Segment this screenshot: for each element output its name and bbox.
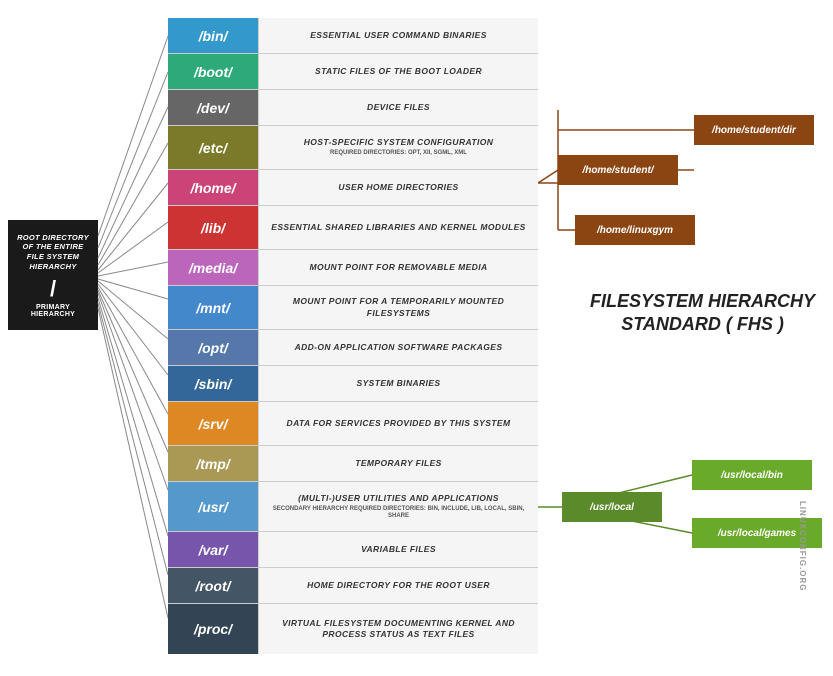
usr-local-box: /usr/local bbox=[562, 492, 662, 522]
table-row: /home/USER HOME DIRECTORIES bbox=[168, 170, 538, 206]
root-directory-box: ROOT DIRECTORY OF THE ENTIRE FILE SYSTEM… bbox=[8, 220, 98, 330]
home-linuxgym-box: /home/linuxgym bbox=[575, 215, 695, 245]
table-row: /root/HOME DIRECTORY FOR THE ROOT USER bbox=[168, 568, 538, 604]
dir-cell: /mnt/ bbox=[168, 286, 258, 329]
table-row: /boot/STATIC FILES OF THE BOOT LOADER bbox=[168, 54, 538, 90]
desc-cell: HOST-SPECIFIC SYSTEM CONFIGURATION REQUIR… bbox=[258, 126, 538, 169]
desc-text: DATA FOR SERVICES PROVIDED BY THIS SYSTE… bbox=[287, 418, 511, 429]
sub-text: SECONDARY HIERARCHY REQUIRED DIRECTORIES… bbox=[265, 506, 532, 520]
table-row: /lib/ESSENTIAL SHARED LIBRARIES AND KERN… bbox=[168, 206, 538, 250]
table-row: /bin/ESSENTIAL USER COMMAND BINARIES bbox=[168, 18, 538, 54]
desc-cell: ESSENTIAL USER COMMAND BINARIES bbox=[258, 18, 538, 53]
dir-cell: /var/ bbox=[168, 532, 258, 567]
dir-cell: /usr/ bbox=[168, 482, 258, 531]
desc-cell: USER HOME DIRECTORIES bbox=[258, 170, 538, 205]
watermark: LINUXCONFIG.ORG bbox=[799, 501, 808, 592]
desc-text: ESSENTIAL SHARED LIBRARIES AND KERNEL MO… bbox=[271, 222, 525, 233]
desc-text: VARIABLE FILES bbox=[361, 544, 436, 555]
table-row: /proc/VIRTUAL FILESYSTEM DOCUMENTING KER… bbox=[168, 604, 538, 654]
desc-cell: HOME DIRECTORY FOR THE ROOT USER bbox=[258, 568, 538, 603]
primary-hierarchy-label: PRIMARY HIERARCHY bbox=[14, 304, 92, 318]
main-container: ROOT DIRECTORY OF THE ENTIRE FILE SYSTEM… bbox=[0, 0, 833, 676]
usr-local-bin-box: /usr/local/bin bbox=[692, 460, 812, 490]
desc-text: HOME DIRECTORY FOR THE ROOT USER bbox=[307, 580, 490, 591]
dir-cell: /boot/ bbox=[168, 54, 258, 89]
desc-text: TEMPORARY FILES bbox=[355, 458, 441, 469]
dir-cell: /lib/ bbox=[168, 206, 258, 249]
desc-cell: ESSENTIAL SHARED LIBRARIES AND KERNEL MO… bbox=[258, 206, 538, 249]
desc-text: DEVICE FILES bbox=[367, 102, 430, 113]
fhs-title: FILESYSTEM HIERARCHYSTANDARD ( FHS ) bbox=[590, 290, 815, 337]
desc-cell: VARIABLE FILES bbox=[258, 532, 538, 567]
table-row: /srv/DATA FOR SERVICES PROVIDED BY THIS … bbox=[168, 402, 538, 446]
root-slash: / bbox=[50, 276, 56, 302]
desc-text: ESSENTIAL USER COMMAND BINARIES bbox=[310, 30, 487, 41]
dir-cell: /home/ bbox=[168, 170, 258, 205]
home-student-dir-box: /home/student/dir bbox=[694, 115, 814, 145]
desc-text: VIRTUAL FILESYSTEM DOCUMENTING KERNEL AN… bbox=[265, 618, 532, 640]
dir-cell: /dev/ bbox=[168, 90, 258, 125]
desc-cell: DATA FOR SERVICES PROVIDED BY THIS SYSTE… bbox=[258, 402, 538, 445]
dir-cell: /opt/ bbox=[168, 330, 258, 365]
desc-text: (MULTI-)USER UTILITIES AND APPLICATIONS bbox=[298, 493, 499, 504]
dir-cell: /bin/ bbox=[168, 18, 258, 53]
home-student-box: /home/student/ bbox=[558, 155, 678, 185]
table-row: /usr/(MULTI-)USER UTILITIES AND APPLICAT… bbox=[168, 482, 538, 532]
desc-text: USER HOME DIRECTORIES bbox=[338, 182, 458, 193]
dir-cell: /srv/ bbox=[168, 402, 258, 445]
table-row: /sbin/SYSTEM BINARIES bbox=[168, 366, 538, 402]
root-title: ROOT DIRECTORY OF THE ENTIRE FILE SYSTEM… bbox=[14, 233, 92, 272]
desc-text: SYSTEM BINARIES bbox=[357, 378, 441, 389]
dir-cell: /root/ bbox=[168, 568, 258, 603]
desc-text: ADD-ON APPLICATION SOFTWARE PACKAGES bbox=[295, 342, 503, 353]
sub-text: REQUIRED DIRECTORIES: OPT, XII, SGML, XM… bbox=[330, 150, 467, 157]
dir-cell: /sbin/ bbox=[168, 366, 258, 401]
desc-text: MOUNT POINT FOR A TEMPORARILY MOUNTED FI… bbox=[265, 296, 532, 318]
desc-text: HOST-SPECIFIC SYSTEM CONFIGURATION bbox=[304, 137, 494, 148]
desc-cell: ADD-ON APPLICATION SOFTWARE PACKAGES bbox=[258, 330, 538, 365]
desc-cell: STATIC FILES OF THE BOOT LOADER bbox=[258, 54, 538, 89]
desc-cell: (MULTI-)USER UTILITIES AND APPLICATIONS S… bbox=[258, 482, 538, 531]
dir-cell: /tmp/ bbox=[168, 446, 258, 481]
desc-cell: MOUNT POINT FOR A TEMPORARILY MOUNTED FI… bbox=[258, 286, 538, 329]
desc-cell: VIRTUAL FILESYSTEM DOCUMENTING KERNEL AN… bbox=[258, 604, 538, 654]
table-row: /dev/DEVICE FILES bbox=[168, 90, 538, 126]
table-row: /media/MOUNT POINT FOR REMOVABLE MEDIA bbox=[168, 250, 538, 286]
hierarchy-table: /bin/ESSENTIAL USER COMMAND BINARIES/boo… bbox=[168, 18, 538, 654]
dir-cell: /proc/ bbox=[168, 604, 258, 654]
table-row: /tmp/TEMPORARY FILES bbox=[168, 446, 538, 482]
table-row: /var/VARIABLE FILES bbox=[168, 532, 538, 568]
desc-text: STATIC FILES OF THE BOOT LOADER bbox=[315, 66, 482, 77]
desc-cell: SYSTEM BINARIES bbox=[258, 366, 538, 401]
desc-cell: TEMPORARY FILES bbox=[258, 446, 538, 481]
dir-cell: /media/ bbox=[168, 250, 258, 285]
dir-cell: /etc/ bbox=[168, 126, 258, 169]
desc-cell: MOUNT POINT FOR REMOVABLE MEDIA bbox=[258, 250, 538, 285]
table-row: /opt/ADD-ON APPLICATION SOFTWARE PACKAGE… bbox=[168, 330, 538, 366]
table-row: /mnt/MOUNT POINT FOR A TEMPORARILY MOUNT… bbox=[168, 286, 538, 330]
table-row: /etc/HOST-SPECIFIC SYSTEM CONFIGURATION R… bbox=[168, 126, 538, 170]
desc-cell: DEVICE FILES bbox=[258, 90, 538, 125]
desc-text: MOUNT POINT FOR REMOVABLE MEDIA bbox=[310, 262, 488, 273]
